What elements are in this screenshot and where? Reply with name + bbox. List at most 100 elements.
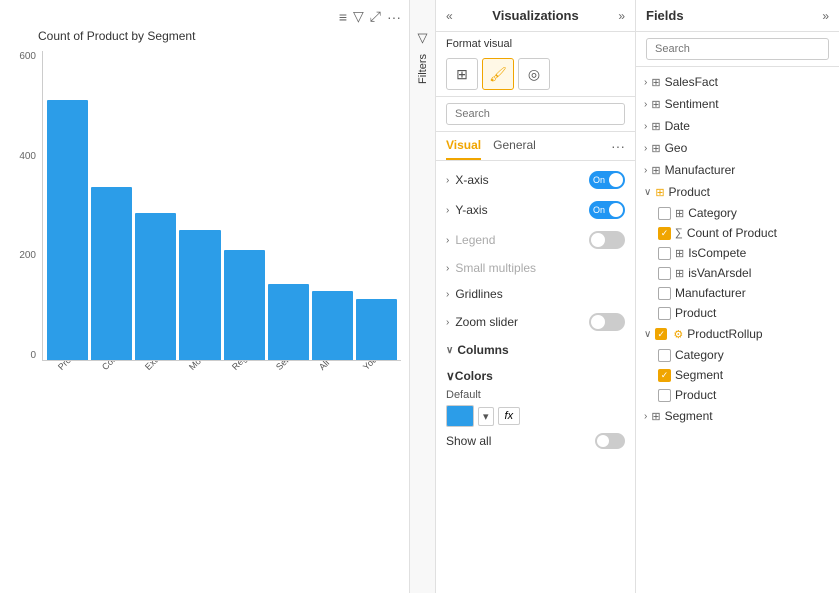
manufacturer-label: Manufacturer: [665, 163, 736, 177]
bar-convenience[interactable]: [91, 187, 132, 360]
xaxis-option[interactable]: › X-axis On: [436, 165, 635, 195]
category-checkbox[interactable]: [658, 207, 671, 220]
zoomslider-option[interactable]: › Zoom slider: [436, 307, 635, 337]
fx-button[interactable]: fx: [498, 407, 521, 425]
viz-options-list: › X-axis On › Y-axis On › Legend: [436, 161, 635, 593]
menu-icon[interactable]: ≡: [339, 9, 347, 25]
field-item-pr-product[interactable]: Product: [636, 385, 839, 405]
filter-icon[interactable]: ▽: [353, 8, 364, 25]
color-swatch-row: ▾ fx: [446, 405, 625, 427]
bar-wrapper: [179, 230, 220, 360]
product-item-checkbox[interactable]: [658, 307, 671, 320]
tab-general[interactable]: General: [493, 132, 536, 160]
sentiment-chevron: ›: [644, 99, 647, 110]
fields-search-input[interactable]: [646, 38, 829, 60]
field-group-geo[interactable]: › ⊞ Geo: [636, 137, 839, 159]
expand-right-icon[interactable]: »: [618, 9, 625, 23]
filters-panel: ▽ Filters: [410, 0, 436, 593]
viz-header: « Visualizations »: [436, 0, 635, 32]
field-item-segment[interactable]: Segment: [636, 365, 839, 385]
bar-extreme[interactable]: [135, 213, 176, 360]
field-group-productrollup[interactable]: ∨ ⚙ ProductRollup Category Segment Produ…: [636, 323, 839, 405]
yaxis-toggle[interactable]: On: [589, 201, 625, 219]
filters-label[interactable]: Filters: [417, 54, 429, 84]
field-item-count-of-product[interactable]: ∑ Count of Product: [636, 223, 839, 243]
isvanarsdel-checkbox[interactable]: [658, 267, 671, 280]
bar-moderation[interactable]: [179, 230, 220, 360]
bar-productivity[interactable]: [47, 100, 88, 360]
segment-checkbox[interactable]: [658, 369, 671, 382]
pr-category-checkbox[interactable]: [658, 349, 671, 362]
field-item-category[interactable]: ⊞ Category: [636, 203, 839, 223]
viz-search-input[interactable]: [446, 103, 625, 125]
table-viz-icon[interactable]: ⊞: [446, 58, 478, 90]
show-all-toggle-knob: [597, 435, 609, 447]
sentiment-label: Sentiment: [665, 97, 719, 111]
product-group-label: Product: [669, 185, 710, 199]
analytics-viz-icon[interactable]: ◎: [518, 58, 550, 90]
bar-select[interactable]: [268, 284, 309, 360]
productrollup-label: ProductRollup: [687, 327, 762, 341]
colors-default-label: Default: [446, 389, 625, 401]
field-item-pr-category[interactable]: Category: [636, 345, 839, 365]
gridlines-chevron: ›: [446, 289, 449, 300]
table-icon: ⊞: [651, 410, 660, 423]
bar-allseason[interactable]: [312, 291, 353, 360]
filter-icon[interactable]: ▽: [418, 30, 428, 46]
field-item-iscompete[interactable]: ⊞ IsCompete: [636, 243, 839, 263]
legend-option[interactable]: › Legend: [436, 225, 635, 255]
expand-icon[interactable]: ⤢: [370, 8, 381, 25]
collapse-left-icon[interactable]: «: [446, 9, 453, 23]
yaxis-chevron: ›: [446, 205, 449, 216]
format-visual-label: Format visual: [436, 32, 635, 54]
field-item-isvanarsdel[interactable]: ⊞ isVanArsdel: [636, 263, 839, 283]
field-group-sentiment[interactable]: › ⊞ Sentiment: [636, 93, 839, 115]
bar-wrapper: [312, 291, 353, 360]
field-group-manufacturer[interactable]: › ⊞ Manufacturer: [636, 159, 839, 181]
columns-section-header[interactable]: ∨ Columns: [436, 337, 635, 363]
field-group-product[interactable]: ∨ ⊞ Product ⊞ Category ∑ Count of Produc…: [636, 181, 839, 323]
category-label: Category: [688, 206, 737, 220]
gridlines-option[interactable]: › Gridlines: [436, 281, 635, 307]
legend-toggle-knob: [591, 233, 605, 247]
bar-regular[interactable]: [224, 250, 265, 360]
paint-viz-icon[interactable]: 🖌: [482, 58, 514, 90]
iscompete-checkbox[interactable]: [658, 247, 671, 260]
small-multiples-option[interactable]: › Small multiples: [436, 255, 635, 281]
tab-more-icon[interactable]: ···: [611, 138, 625, 154]
product-chevron: ∨: [644, 187, 651, 198]
manufacturer-item-checkbox[interactable]: [658, 287, 671, 300]
zoomslider-toggle[interactable]: [589, 313, 625, 331]
visualizations-title: Visualizations: [492, 8, 578, 23]
pr-product-checkbox[interactable]: [658, 389, 671, 402]
field-group-segment[interactable]: › ⊞ Segment: [636, 405, 839, 427]
count-product-checkbox[interactable]: [658, 227, 671, 240]
field-item-manufacturer[interactable]: Manufacturer: [636, 283, 839, 303]
productrollup-checkbox[interactable]: [655, 328, 667, 340]
legend-toggle[interactable]: [589, 231, 625, 249]
manufacturer-chevron: ›: [644, 165, 647, 176]
count-product-label: Count of Product: [687, 226, 777, 240]
date-label: Date: [665, 119, 690, 133]
field-item-product[interactable]: Product: [636, 303, 839, 323]
date-chevron: ›: [644, 121, 647, 132]
field-group-salesfact[interactable]: › ⊞ SalesFact: [636, 71, 839, 93]
fields-panel: Fields » › ⊞ SalesFact › ⊞ Sentiment › ⊞: [636, 0, 839, 593]
more-icon[interactable]: ···: [387, 9, 401, 25]
field-group-date[interactable]: › ⊞ Date: [636, 115, 839, 137]
table-icon: ⊞: [651, 76, 660, 89]
color-dropdown[interactable]: ▾: [478, 407, 494, 426]
xaxis-toggle[interactable]: On: [589, 171, 625, 189]
yaxis-option[interactable]: › Y-axis On: [436, 195, 635, 225]
color-swatch[interactable]: [446, 405, 474, 427]
product-expand-icon: ⊞: [655, 186, 664, 199]
pr-category-label: Category: [675, 348, 724, 362]
field-icon: ⊞: [675, 207, 684, 220]
bar-youth[interactable]: [356, 299, 397, 360]
tab-visual[interactable]: Visual: [446, 132, 481, 160]
colors-header[interactable]: ∨ Colors: [446, 369, 625, 383]
bar-wrapper: [224, 250, 265, 360]
show-all-toggle[interactable]: [595, 433, 625, 449]
fields-collapse-icon[interactable]: »: [822, 9, 829, 23]
segment-label: Segment: [675, 368, 723, 382]
